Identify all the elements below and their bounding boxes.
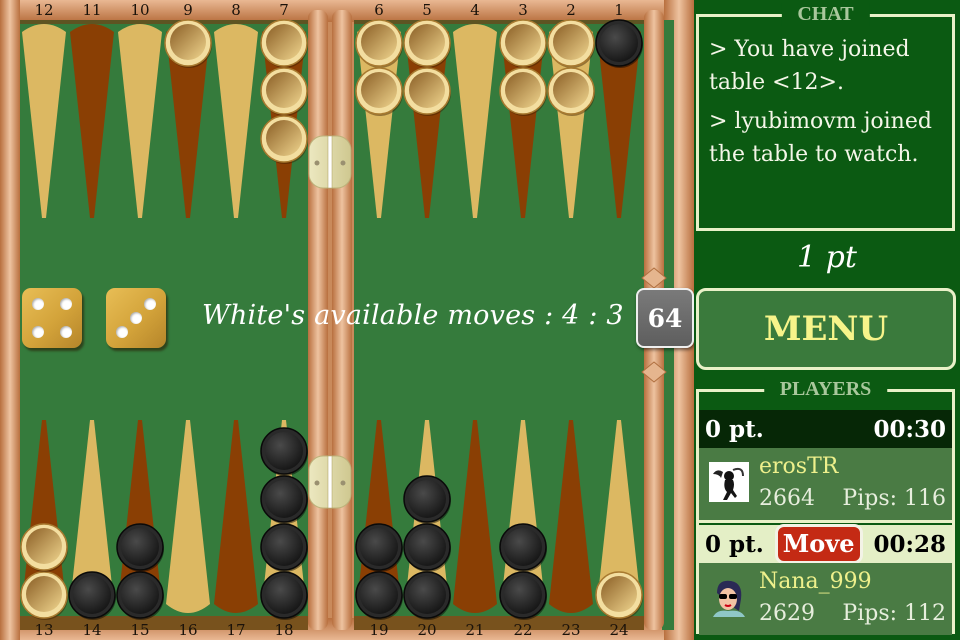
point-number-6: 6: [374, 1, 384, 19]
point-number-20: 20: [417, 621, 437, 639]
player-1-name[interactable]: erosTR: [759, 454, 838, 479]
point-number-1: 1: [614, 1, 624, 19]
chat-title: CHAT: [781, 3, 870, 26]
point-number-14: 14: [82, 621, 102, 639]
cupid-avatar-icon: [709, 462, 749, 502]
die-pip: [32, 326, 44, 338]
point-number-21: 21: [465, 621, 485, 639]
player-divider: [699, 520, 952, 523]
point-number-3: 3: [518, 1, 528, 19]
player-2-name[interactable]: Nana_999: [759, 569, 872, 594]
player-2-pips: Pips: 112: [842, 601, 946, 626]
point-number-19: 19: [369, 621, 389, 639]
frame-left: [0, 0, 20, 640]
die-2[interactable]: [106, 288, 166, 348]
point-number-4: 4: [470, 1, 480, 19]
point-number-16: 16: [178, 621, 198, 639]
die-pip: [60, 298, 72, 310]
point-number-23: 23: [561, 621, 581, 639]
woman-sunglasses-avatar-icon: [713, 580, 745, 617]
chat-message: > lyubimovm joined the table to watch.: [709, 109, 932, 167]
point-number-2: 2: [566, 1, 576, 19]
players-panel: PLAYERS 0 pt. 00:30 erosTR 2664 Pips: 11…: [696, 378, 955, 635]
point-number-12: 12: [34, 1, 54, 19]
player-2-card[interactable]: Nana_999 2629 Pips: 112: [699, 563, 952, 635]
die-pip: [116, 326, 128, 338]
point-number-24: 24: [609, 621, 629, 639]
point-number-8: 8: [231, 1, 241, 19]
menu-button[interactable]: MENU: [696, 288, 956, 370]
player-2-score: 0 pt.: [705, 530, 764, 558]
player-2-timer: 00:28: [873, 530, 946, 558]
chat-message: > You have joined table <12>.: [709, 37, 910, 95]
die-pip: [130, 312, 142, 324]
player-2-rating: 2629: [759, 601, 815, 626]
match-points: 1 pt: [797, 240, 857, 275]
backgammon-board[interactable]: 12 11 10 9 8 7 6 5 4 3 2 1 13 14 15 16 17 18 19 20 21 22 23 24 …: [0, 0, 694, 640]
player-1-rating: 2664: [759, 486, 815, 511]
players-title: PLAYERS: [763, 378, 888, 401]
player-2-header: 0 pt. Move 00:28: [699, 524, 952, 564]
move-badge: Move: [774, 524, 863, 564]
player-1-header: 0 pt. 00:30: [699, 410, 952, 448]
point-number-10: 10: [130, 1, 150, 19]
available-moves-text: White's available moves : 4 : 3: [202, 300, 624, 331]
point-number-11: 11: [82, 1, 102, 19]
die-pip: [144, 298, 156, 310]
point-number-9: 9: [183, 1, 193, 19]
point-number-7: 7: [279, 1, 289, 19]
chat-panel[interactable]: CHAT > You have joined table <12>. > lyu…: [696, 3, 955, 231]
point-number-18: 18: [274, 621, 294, 639]
point-number-17: 17: [226, 621, 246, 639]
die-1[interactable]: [22, 288, 82, 348]
die-pip: [32, 298, 44, 310]
point-number-13: 13: [34, 621, 54, 639]
doubling-cube[interactable]: 64: [636, 288, 694, 348]
sidebar: CHAT > You have joined table <12>. > lyu…: [694, 0, 960, 640]
point-number-22: 22: [513, 621, 533, 639]
point-number-15: 15: [130, 621, 150, 639]
die-pip: [60, 326, 72, 338]
player-1-pips: Pips: 116: [842, 486, 946, 511]
player-1-score: 0 pt.: [705, 415, 764, 443]
player-1-card[interactable]: erosTR 2664 Pips: 116: [699, 448, 952, 520]
player-1-timer: 00:30: [873, 415, 946, 443]
point-number-5: 5: [422, 1, 432, 19]
